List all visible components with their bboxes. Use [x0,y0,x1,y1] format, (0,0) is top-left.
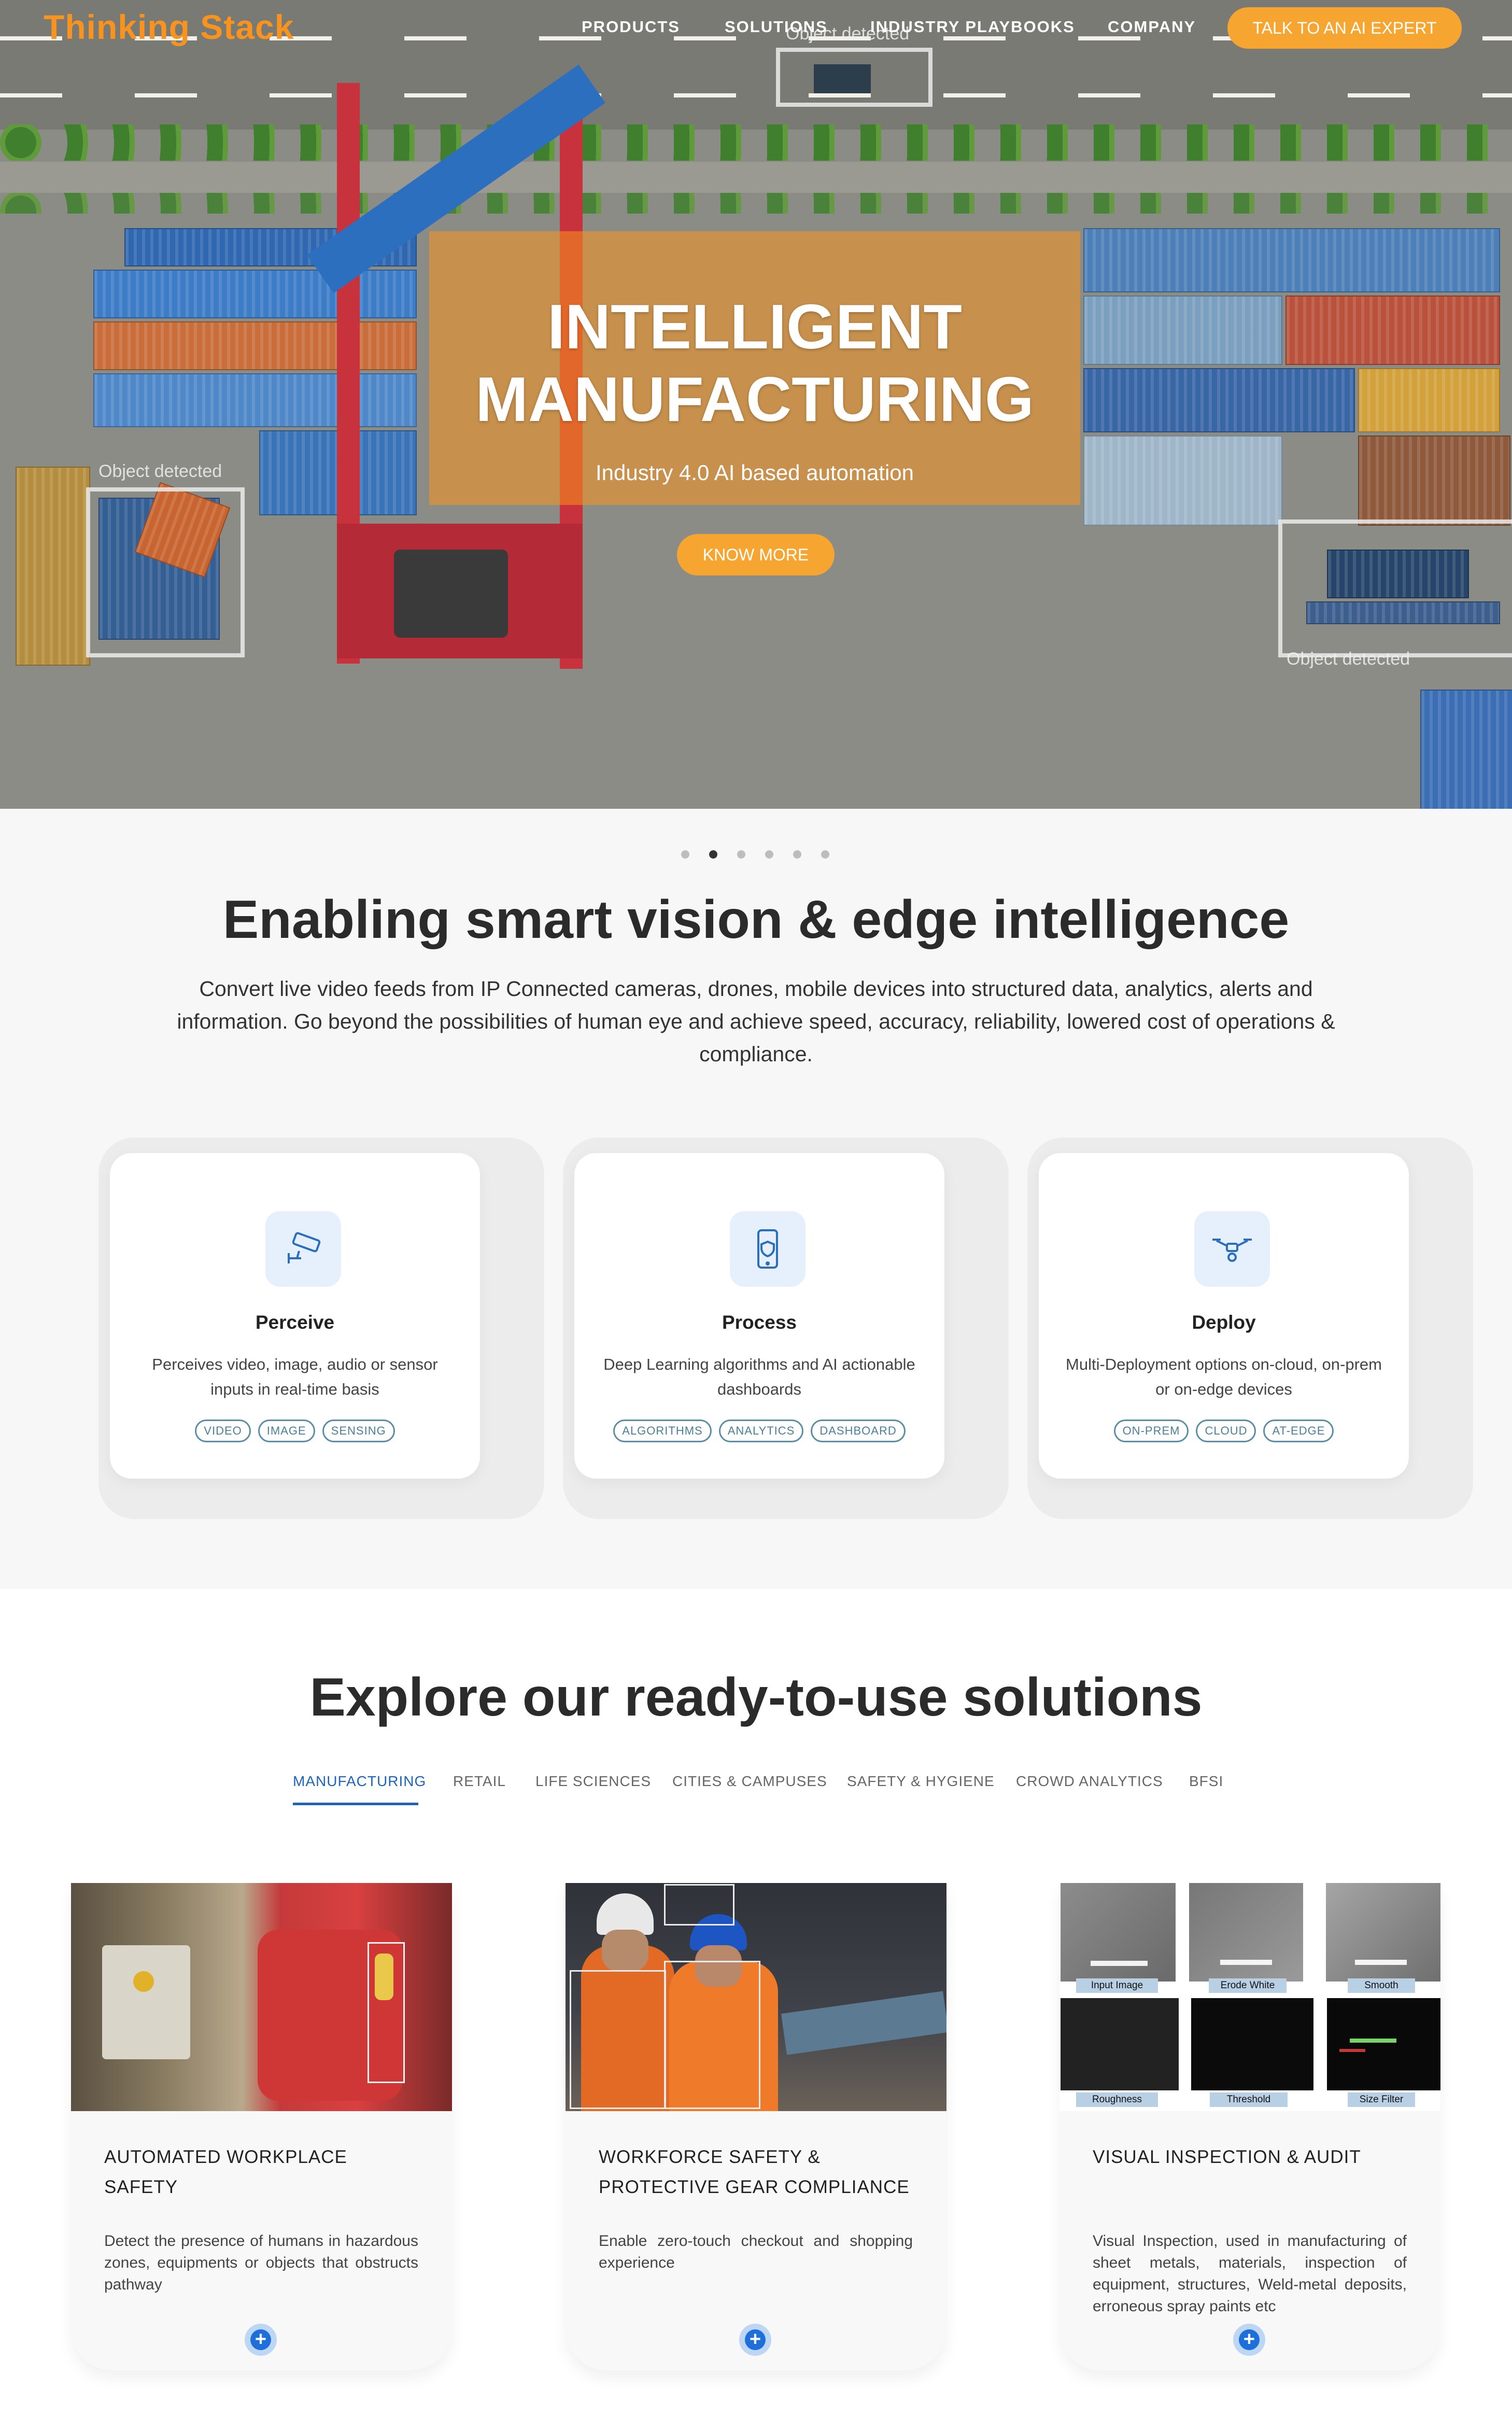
feature-tags: VIDEO IMAGE SENSING [110,1420,480,1442]
active-tab-underline [293,1803,418,1805]
hero-title-line1: INTELLIGENT [547,291,962,362]
container-stack [93,321,417,370]
carousel-dot[interactable] [793,850,801,859]
tag-on-prem: ON-PREM [1113,1420,1189,1442]
feature-tags: ALGORITHMS ANALYTICS DASHBOARD [574,1420,944,1442]
feature-desc: Multi-Deployment options on-cloud, on-pr… [1066,1355,1382,1398]
crane-engine [394,550,508,638]
brand-logo[interactable]: Thinking Stack [44,7,294,47]
container-stack [1358,435,1510,526]
workplace-safety-image [71,1883,452,2111]
plus-glyph: + [1239,2329,1260,2350]
solution-title: VISUAL INSPECTION & AUDIT [1093,2147,1361,2167]
container-stack [16,467,90,666]
tab-retail[interactable]: RETAIL [453,1773,506,1790]
mobile-shield-icon [730,1211,806,1287]
container-stack [1285,296,1500,365]
tag-sensing: SENSING [322,1420,395,1442]
solution-title: AUTOMATED WORKPLACE SAFETY [104,2147,347,2197]
carousel-dot-active[interactable] [709,850,717,859]
container-stack [1083,368,1355,432]
inspection-label: Smooth [1348,1978,1415,1993]
feature-desc: Perceives video, image, audio or sensor … [152,1355,438,1398]
carousel-dot[interactable] [821,850,829,859]
solution-card-workplace-safety[interactable]: AUTOMATED WORKPLACE SAFETY Detect the pr… [71,1883,452,2370]
hero-banner: Object detected Object detected Object d… [0,0,1512,809]
feature-title: Perceive [255,1312,335,1333]
inspection-label: Size Filter [1348,2092,1415,2107]
detection-label: Object detected [98,461,222,481]
tag-analytics: ANALYTICS [718,1420,804,1442]
tree-row [0,124,1512,161]
tab-manufacturing[interactable]: MANUFACTURING [293,1773,426,1790]
inspection-label: Erode White [1209,1978,1287,1993]
tag-at-edge: AT-EDGE [1263,1420,1334,1442]
expand-plus-icon[interactable]: + [739,2324,771,2356]
feature-card-process: Process Deep Learning algorithms and AI … [574,1153,944,1479]
feature-title: Deploy [1192,1312,1256,1333]
plus-glyph: + [250,2329,271,2350]
tag-dashboard: DASHBOARD [811,1420,906,1442]
feature-card-perceive: Perceive Perceives video, image, audio o… [110,1153,480,1479]
drone-icon [1194,1211,1270,1287]
plus-glyph: + [745,2329,766,2350]
container-stack [1420,690,1512,809]
feature-title: Process [722,1312,797,1333]
talk-to-expert-button[interactable]: TALK TO AN AI EXPERT [1227,7,1462,49]
feature-tags: ON-PREM CLOUD AT-EDGE [1039,1420,1409,1442]
tag-image: IMAGE [258,1420,315,1442]
inspection-label: Input Image [1076,1978,1158,1993]
nav-industry-playbooks[interactable]: INDUSTRY PLAYBOOKS [870,18,1075,36]
solution-card-protective-gear[interactable]: WORKFORCE SAFETY & PROTECTIVE GEAR COMPL… [566,1883,946,2370]
solution-desc: Enable zero-touch checkout and shopping … [599,2232,913,2271]
feature-card-deploy: Deploy Multi-Deployment options on-cloud… [1039,1153,1409,1479]
tab-life-sciences[interactable]: LIFE SCIENCES [535,1773,651,1790]
detection-box [86,487,245,657]
solutions-title: Explore our ready-to-use solutions [309,1667,1203,1727]
container-stack [1083,228,1500,292]
container-stack [1083,435,1282,526]
container-stack [1358,368,1500,432]
inspection-label: Threshold [1210,2092,1288,2107]
tab-safety-hygiene[interactable]: SAFETY & HYGIENE [847,1773,995,1790]
tag-video: VIDEO [195,1420,251,1442]
tag-algorithms: ALGORITHMS [613,1420,712,1442]
road-strip [0,162,1512,193]
tree-row [0,193,1512,214]
solution-desc: Visual Inspection, used in manufacturing… [1093,2232,1407,2315]
tab-cities-campuses[interactable]: CITIES & CAMPUSES [672,1773,827,1790]
inspection-label: Roughness [1076,2092,1158,2107]
cctv-camera-icon [265,1211,341,1287]
carousel-dot[interactable] [765,850,773,859]
nav-products[interactable]: PRODUCTS [582,18,680,36]
vision-description: Convert live video feeds from IP Connect… [177,977,1335,1066]
expand-plus-icon[interactable]: + [245,2324,277,2356]
container-stack [93,373,417,427]
visual-inspection-image: Input Image Erode White Smooth Roughness… [1059,1883,1440,2111]
carousel-dot[interactable] [681,850,689,859]
hero-title-line2: MANUFACTURING [475,364,1034,434]
vision-title: Enabling smart vision & edge intelligenc… [222,890,1290,950]
tab-bfsi[interactable]: BFSI [1189,1773,1223,1790]
feature-desc: Deep Learning algorithms and AI actionab… [603,1355,915,1398]
lane-marking [0,93,1512,97]
solution-card-visual-inspection[interactable]: Input Image Erode White Smooth Roughness… [1059,1883,1440,2370]
detection-box [776,48,932,107]
nav-company[interactable]: COMPANY [1108,18,1196,36]
detection-label: Object detected [1287,649,1410,669]
nav-solutions[interactable]: SOLUTIONS [725,18,828,36]
detection-box [1278,519,1512,657]
protective-gear-image [566,1883,946,2111]
tag-cloud: CLOUD [1196,1420,1256,1442]
tab-crowd-analytics[interactable]: CROWD ANALYTICS [1016,1773,1163,1790]
hero-title: INTELLIGENT MANUFACTURING [429,290,1080,435]
container-stack [93,270,417,318]
expand-plus-icon[interactable]: + [1233,2324,1265,2356]
hero-subtitle: Industry 4.0 AI based automation [595,460,914,485]
know-more-button[interactable]: KNOW MORE [677,534,835,575]
solution-title: WORKFORCE SAFETY & PROTECTIVE GEAR COMPL… [599,2147,910,2197]
container-stack [1083,296,1282,365]
solution-desc: Detect the presence of humans in hazardo… [104,2232,418,2293]
carousel-dot[interactable] [737,850,745,859]
